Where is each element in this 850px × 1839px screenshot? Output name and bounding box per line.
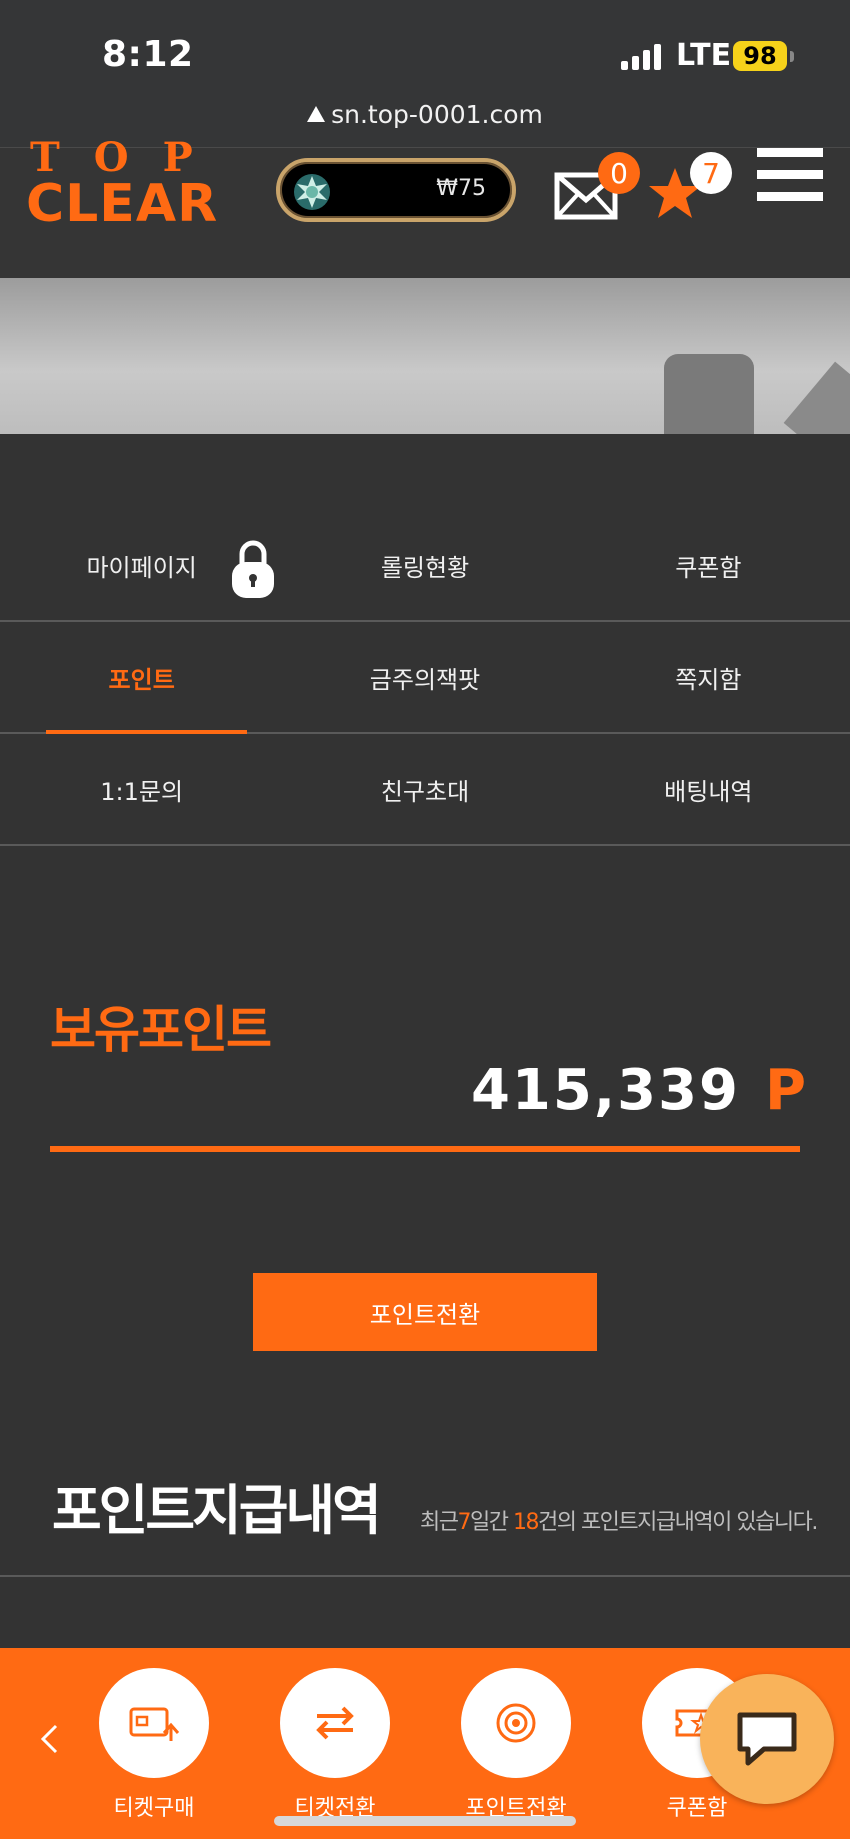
status-time: 8:12 [102, 34, 194, 75]
balance-pill[interactable]: ₩75 [276, 158, 516, 222]
convert-points-button[interactable]: 포인트전환 [253, 1273, 597, 1351]
network-type: LTE [676, 38, 732, 73]
ticket-buy-label: 티켓구매 [113, 1796, 195, 1821]
history-note: 최근7일간 18건의 포인트지급내역이 있습니다. [420, 1510, 818, 1535]
battery-tip [790, 51, 794, 62]
points-title: 보유포인트 [50, 1001, 272, 1059]
chat-bubble-icon [737, 1712, 797, 1766]
history-title: 포인트지급내역 [52, 1479, 382, 1542]
menu-item-invite[interactable]: 친구초대 [283, 734, 566, 844]
points-value: 415,339 [470, 1058, 740, 1123]
menu-item-jackpot[interactable]: 금주의잭팟 [283, 622, 566, 732]
menu-item-rolling[interactable]: 롤링현황 [283, 510, 566, 620]
chevron-left-icon[interactable] [38, 1724, 62, 1754]
divider [50, 1146, 800, 1152]
address-bar[interactable]: sn.top-0001.com [0, 100, 850, 129]
account-menu: 마이페이지 롤링현황 쿠폰함 포인트 금주의잭팟 쪽지함 1:1문의 친구초대 … [0, 510, 850, 846]
mail-count-badge: 0 [598, 152, 640, 194]
menu-item-coupon[interactable]: 쿠폰함 [567, 510, 850, 620]
coin-icon [496, 1703, 536, 1743]
point-convert-button[interactable] [461, 1668, 571, 1778]
lock-icon [232, 540, 274, 598]
chat-button[interactable] [700, 1674, 834, 1804]
menu-item-messages[interactable]: 쪽지함 [567, 622, 850, 732]
banner-image [0, 278, 850, 434]
favorites-count-badge: 7 [690, 152, 732, 194]
balance-amount: ₩75 [436, 176, 486, 201]
warning-icon [307, 106, 326, 122]
ticket-buy-button[interactable] [99, 1668, 209, 1778]
status-bar: 8:12 LTE 98 sn.top-0001.com [0, 0, 850, 148]
ticket-buy-icon [129, 1707, 180, 1741]
logo[interactable]: CLEAR [26, 174, 218, 234]
banner-decor [664, 354, 754, 434]
banner-decor [783, 361, 850, 434]
site-header: TOP CLEAR ₩75 0 7 [0, 134, 850, 278]
menu-item-bet-history[interactable]: 배팅내역 [567, 734, 850, 844]
divider [0, 1575, 850, 1577]
battery-indicator: 98 [733, 41, 787, 71]
signal-icon [621, 44, 661, 70]
home-indicator [274, 1816, 576, 1826]
gem-icon [294, 174, 330, 210]
menu-hamburger-icon[interactable] [757, 148, 823, 202]
menu-row: 마이페이지 롤링현황 쿠폰함 [0, 510, 850, 622]
menu-row: 1:1문의 친구초대 배팅내역 [0, 734, 850, 846]
points-unit: P [765, 1058, 807, 1123]
bottom-quick-bar: 티켓구매 티켓전환 포인트전환 쿠폰함 [0, 1648, 850, 1839]
url-text: sn.top-0001.com [331, 100, 543, 129]
ticket-convert-button[interactable] [280, 1668, 390, 1778]
menu-item-points[interactable]: 포인트 [0, 622, 283, 734]
swap-icon [316, 1706, 354, 1740]
menu-row: 포인트 금주의잭팟 쪽지함 [0, 622, 850, 734]
menu-item-inquiry[interactable]: 1:1문의 [0, 734, 283, 844]
